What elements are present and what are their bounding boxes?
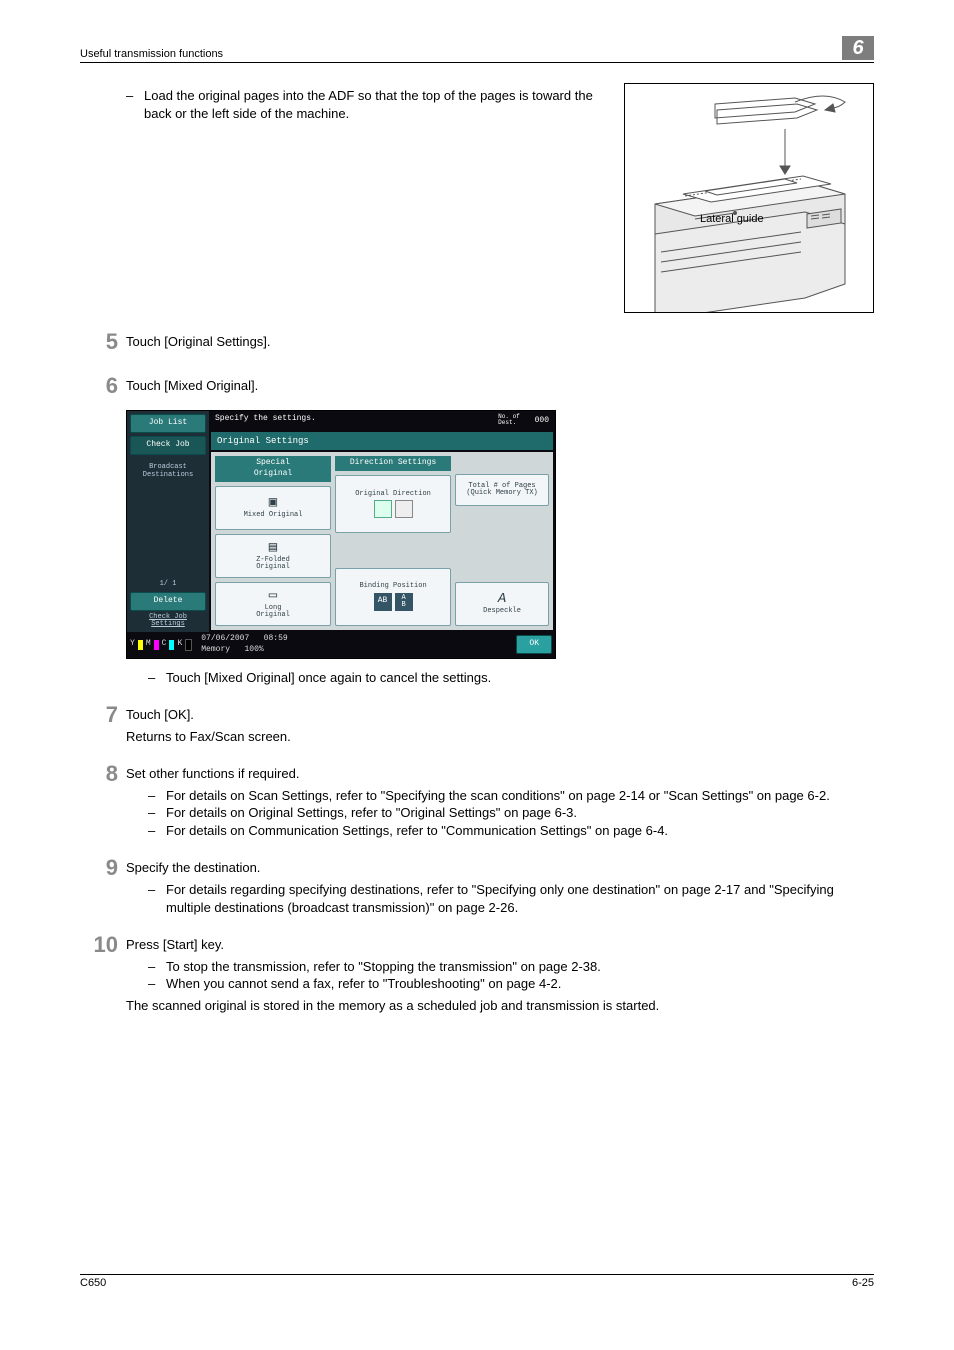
toner-k-label: K — [177, 639, 182, 650]
step-number-6: 6 — [80, 371, 118, 401]
job-list-button[interactable]: Job List — [130, 414, 206, 433]
step-number-7: 7 — [80, 700, 118, 730]
adf-instruction: Load the original pages into the ADF so … — [144, 87, 606, 122]
dest-count: 000 — [535, 416, 549, 425]
long-original-label: Long Original — [256, 605, 290, 620]
check-job-settings: Check Job Settings — [149, 614, 187, 629]
toner-y-icon — [138, 640, 143, 650]
broadcast-label: Broadcast Destinations — [143, 464, 193, 479]
step-7-sub: Returns to Fax/Scan screen. — [126, 728, 874, 746]
long-original-icon: ▭ — [269, 589, 277, 603]
step-5-text: Touch [Original Settings]. — [126, 327, 874, 351]
step-8-b2: For details on Original Settings, refer … — [166, 804, 874, 822]
direction-settings-head: Direction Settings — [335, 456, 451, 471]
panel-memory-pct: 100% — [244, 645, 263, 654]
adf-illustration: Lateral guide — [624, 83, 874, 313]
mixed-original-icon: ▣ — [269, 496, 277, 510]
pager-label: 1/ 1 — [160, 581, 177, 589]
step-10-b2: When you cannot send a fax, refer to "Tr… — [166, 975, 874, 993]
long-original-button[interactable]: ▭ Long Original — [215, 582, 331, 626]
panel-date: 07/06/2007 — [201, 634, 249, 643]
special-original-head: Special Original — [215, 456, 331, 482]
bullet-dash: – — [148, 958, 166, 976]
bullet-dash: – — [148, 804, 166, 822]
bullet-dash: – — [148, 822, 166, 840]
mixed-original-button[interactable]: ▣ Mixed Original — [215, 486, 331, 530]
step-8-b3: For details on Communication Settings, r… — [166, 822, 874, 840]
bullet-dash: – — [148, 975, 166, 993]
toner-k-icon — [185, 639, 192, 651]
binding-position-icon: AB AB — [374, 593, 413, 611]
step-6-text: Touch [Mixed Original]. — [126, 371, 874, 395]
zfolded-icon: ▤ — [269, 541, 277, 555]
dest-count-label: No. of Dest. — [498, 414, 520, 426]
mixed-original-label: Mixed Original — [244, 512, 303, 519]
footer-model: C650 — [80, 1277, 106, 1289]
bullet-dash: – — [148, 787, 166, 805]
step-8-b1: For details on Scan Settings, refer to "… — [166, 787, 874, 805]
panel-time: 08:59 — [264, 634, 288, 643]
step-8-text: Set other functions if required. — [126, 765, 874, 783]
toner-c-label: C — [162, 639, 167, 650]
header-title: Useful transmission functions — [80, 48, 223, 60]
page-footer: C650 6-25 — [80, 1274, 874, 1289]
step-number-8: 8 — [80, 759, 118, 789]
step-9-b1: For details regarding specifying destina… — [166, 881, 874, 916]
binding-position-label: Binding Position — [359, 583, 426, 590]
zfolded-original-button[interactable]: ▤ Z-Folded Original — [215, 534, 331, 578]
toner-m-label: M — [146, 639, 151, 650]
lateral-guide-label: Lateral guide — [700, 212, 764, 227]
despeckle-label: Despeckle — [483, 608, 521, 615]
footer-page: 6-25 — [852, 1277, 874, 1289]
toner-y-label: Y — [130, 639, 135, 650]
lcd-panel: Job List Check Job Broadcast Destination… — [126, 410, 556, 658]
binding-position-button[interactable]: Binding Position AB AB — [335, 568, 451, 626]
step-number-9: 9 — [80, 853, 118, 883]
running-head: Useful transmission functions 6 — [80, 40, 874, 63]
step-number-5: 5 — [80, 327, 118, 357]
despeckle-icon: A — [498, 592, 506, 606]
specify-label: Specify the settings. — [215, 414, 316, 427]
despeckle-button[interactable]: A Despeckle — [455, 582, 549, 626]
delete-button[interactable]: Delete — [130, 592, 206, 611]
original-direction-button[interactable]: Original Direction — [335, 475, 451, 533]
check-job-button[interactable]: Check Job — [130, 436, 206, 455]
step-10-text: Press [Start] key. — [126, 936, 874, 954]
total-pages-label: Total # of Pages (Quick Memory TX) — [466, 483, 537, 498]
original-direction-icon — [374, 500, 413, 518]
total-pages-button[interactable]: Total # of Pages (Quick Memory TX) — [455, 474, 549, 506]
step-7-text: Touch [OK]. — [126, 706, 874, 724]
panel-title: Original Settings — [211, 432, 553, 450]
toner-c-icon — [169, 640, 174, 650]
step-number-10: 10 — [80, 930, 118, 960]
original-direction-label: Original Direction — [355, 491, 431, 498]
bullet-dash: – — [148, 881, 166, 916]
ok-button[interactable]: OK — [516, 635, 552, 654]
zfolded-label: Z-Folded Original — [256, 557, 290, 572]
step-6-note: Touch [Mixed Original] once again to can… — [166, 669, 874, 687]
toner-m-icon — [154, 640, 159, 650]
chapter-number-box: 6 — [842, 36, 874, 60]
panel-memory-label: Memory — [201, 645, 230, 654]
bullet-dash: – — [148, 669, 166, 687]
step-10-tail: The scanned original is stored in the me… — [126, 997, 874, 1015]
bullet-dash: – — [126, 87, 144, 122]
step-10-b1: To stop the transmission, refer to "Stop… — [166, 958, 874, 976]
step-9-text: Specify the destination. — [126, 859, 874, 877]
